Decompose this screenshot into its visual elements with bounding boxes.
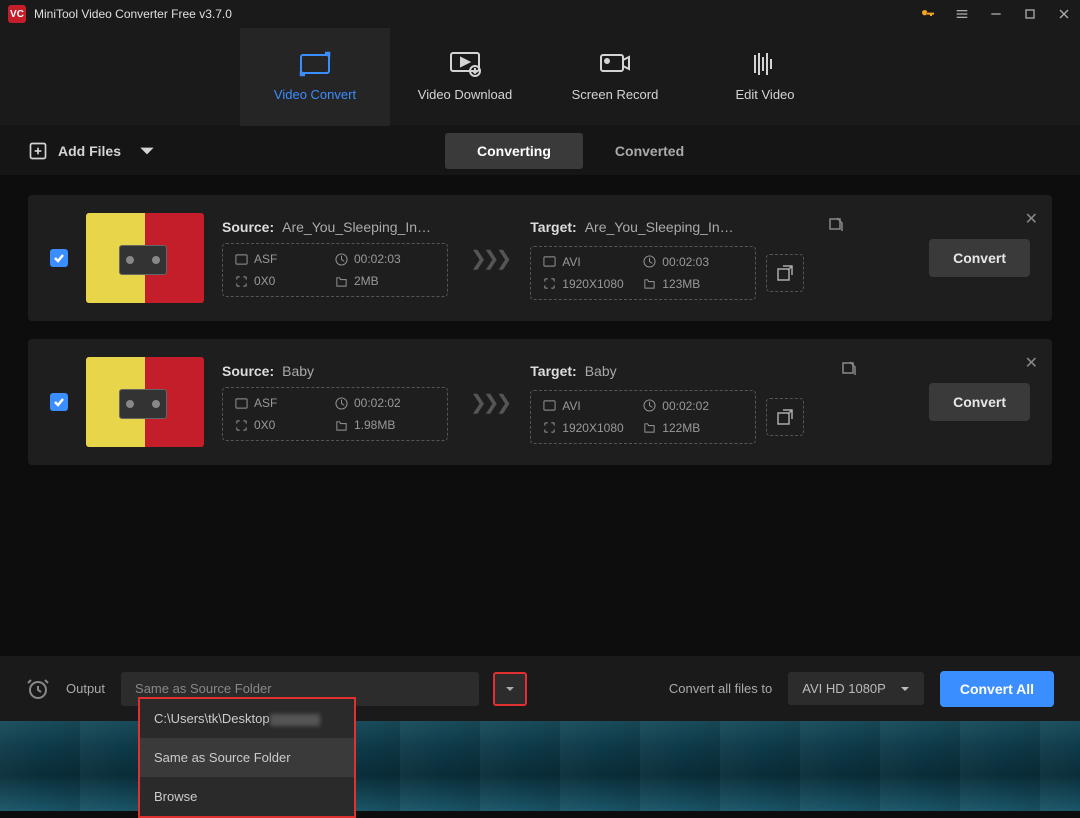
content-list: Source: Are_You_Sleeping_In… ASF 00:02:03…	[0, 175, 1080, 485]
src-size: 2MB	[354, 274, 379, 288]
tab-label: Video Download	[418, 87, 512, 102]
target-name: Are_You_Sleeping_In…	[585, 219, 734, 235]
tgt-duration: 00:02:03	[662, 255, 709, 269]
item-thumbnail	[86, 357, 204, 447]
tab-video-convert[interactable]: Video Convert	[240, 28, 390, 126]
tab-video-download[interactable]: Video Download	[390, 28, 540, 126]
remove-item-icon[interactable]: ✕	[1025, 353, 1038, 373]
source-name: Are_You_Sleeping_In…	[282, 219, 431, 235]
source-label: Source:	[222, 219, 274, 235]
src-duration: 00:02:03	[354, 252, 401, 266]
item-checkbox[interactable]	[50, 249, 68, 267]
key-icon[interactable]	[920, 6, 936, 22]
tab-label: Video Convert	[274, 87, 356, 102]
tab-label: Edit Video	[735, 87, 794, 102]
menu-icon[interactable]	[954, 6, 970, 22]
add-files-label: Add Files	[58, 143, 121, 159]
tgt-format: AVI	[562, 399, 580, 413]
output-value: Same as Source Folder	[135, 681, 272, 696]
close-icon[interactable]	[1056, 6, 1072, 22]
clock-icon[interactable]	[26, 677, 50, 701]
item-thumbnail	[86, 213, 204, 303]
convert-button[interactable]: Convert	[929, 239, 1030, 277]
tgt-duration: 00:02:02	[662, 399, 709, 413]
tgt-res: 1920X1080	[562, 421, 623, 435]
popout-button[interactable]	[766, 398, 804, 436]
output-dropdown-toggle[interactable]	[493, 672, 527, 706]
source-label: Source:	[222, 363, 274, 379]
dropdown-option-browse[interactable]: Browse	[140, 777, 354, 816]
target-info-box: AVI 00:02:02 1920X1080 122MB	[530, 390, 756, 444]
app-logo: VC	[8, 5, 26, 23]
subtab-converting[interactable]: Converting	[445, 133, 583, 169]
edit-target-icon[interactable]	[828, 217, 844, 238]
convert-all-label: Convert all files to	[669, 681, 772, 696]
source-info-box: ASF 00:02:03 0X0 2MB	[222, 243, 448, 297]
tab-edit-video[interactable]: Edit Video	[690, 28, 840, 126]
main-tabs: Video Convert Video Download Screen Reco…	[0, 28, 1080, 126]
conversion-item: Source: Are_You_Sleeping_In… ASF 00:02:03…	[28, 195, 1052, 321]
convert-button[interactable]: Convert	[929, 383, 1030, 421]
caret-down-icon	[900, 684, 910, 694]
tab-label: Screen Record	[572, 87, 659, 102]
dropdown-option-recent[interactable]: C:\Users\tk\Desktop	[140, 699, 354, 738]
output-dropdown-menu: C:\Users\tk\Desktop Same as Source Folde…	[138, 697, 356, 818]
target-label: Target:	[530, 363, 576, 379]
arrow-icon: ❯❯❯	[466, 246, 512, 271]
output-label: Output	[66, 681, 105, 696]
src-format: ASF	[254, 252, 277, 266]
target-name: Baby	[585, 363, 617, 379]
app-title: MiniTool Video Converter Free v3.7.0	[34, 7, 920, 21]
output-format-select[interactable]: AVI HD 1080P	[788, 672, 924, 705]
popout-button[interactable]	[766, 254, 804, 292]
src-duration: 00:02:02	[354, 396, 401, 410]
source-name: Baby	[282, 363, 314, 379]
tgt-size: 122MB	[662, 421, 700, 435]
item-checkbox[interactable]	[50, 393, 68, 411]
toolbar: Add Files Converting Converted	[0, 126, 1080, 175]
edit-target-icon[interactable]	[841, 361, 857, 382]
dropdown-option-same-as-source[interactable]: Same as Source Folder	[140, 738, 354, 777]
target-label: Target:	[530, 219, 576, 235]
titlebar: VC MiniTool Video Converter Free v3.7.0	[0, 0, 1080, 28]
src-format: ASF	[254, 396, 277, 410]
tab-screen-record[interactable]: Screen Record	[540, 28, 690, 126]
src-res: 0X0	[254, 274, 275, 288]
maximize-icon[interactable]	[1022, 6, 1038, 22]
subtab-converted[interactable]: Converted	[583, 133, 716, 169]
dropdown-text: C:\Users\tk\Desktop	[154, 711, 270, 726]
add-files-button[interactable]: Add Files	[28, 141, 157, 161]
remove-item-icon[interactable]: ✕	[1025, 209, 1038, 229]
conversion-item: Source:Baby ASF 00:02:02 0X0 1.98MB ❯❯❯ …	[28, 339, 1052, 465]
target-info-box: AVI 00:02:03 1920X1080 123MB	[530, 246, 756, 300]
arrow-icon: ❯❯❯	[466, 390, 512, 415]
format-value: AVI HD 1080P	[802, 681, 886, 696]
caret-down-icon[interactable]	[137, 141, 157, 161]
convert-all-button[interactable]: Convert All	[940, 671, 1054, 707]
minimize-icon[interactable]	[988, 6, 1004, 22]
tgt-res: 1920X1080	[562, 277, 623, 291]
source-info-box: ASF 00:02:02 0X0 1.98MB	[222, 387, 448, 441]
tgt-format: AVI	[562, 255, 580, 269]
src-res: 0X0	[254, 418, 275, 432]
src-size: 1.98MB	[354, 418, 395, 432]
tgt-size: 123MB	[662, 277, 700, 291]
